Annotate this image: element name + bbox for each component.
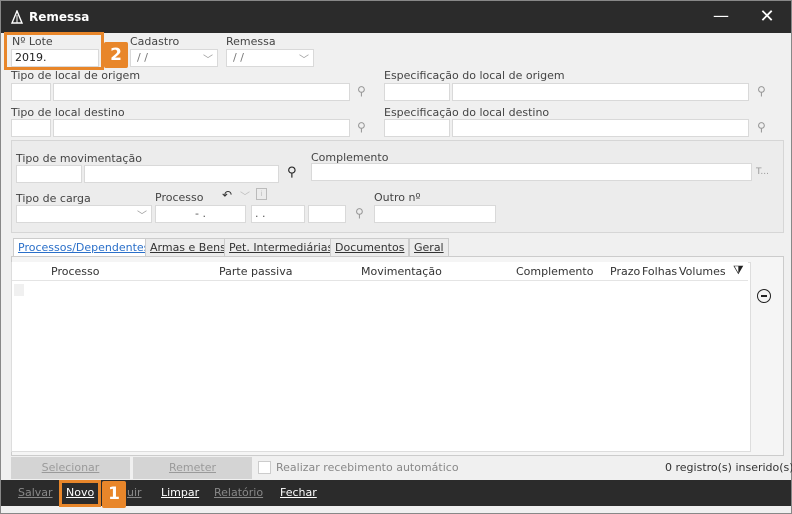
- callout-1: 1: [102, 481, 126, 508]
- relatorio-button[interactable]: Relatório: [214, 486, 263, 499]
- outro-label: Outro nº: [374, 191, 421, 204]
- search-icon[interactable]: ⚲: [757, 120, 766, 134]
- tab-pet-intermediarias[interactable]: Pet. Intermediárias: [224, 238, 339, 256]
- minimize-button[interactable]: —: [707, 3, 735, 31]
- chevron-down-icon: ﹀: [137, 211, 147, 222]
- auto-receive-label: Realizar recebimento automático: [276, 461, 459, 474]
- tipo-origem-code[interactable]: [11, 83, 51, 101]
- remessa-date[interactable]: / / ﹀: [226, 49, 314, 67]
- col-complemento[interactable]: Complemento: [516, 265, 593, 278]
- espec-origem-code[interactable]: [384, 83, 450, 101]
- fechar-button[interactable]: Fechar: [280, 486, 317, 499]
- processos-grid[interactable]: [11, 262, 751, 452]
- espec-origem-desc[interactable]: [452, 83, 749, 101]
- search-icon[interactable]: ⚲: [355, 206, 364, 220]
- tipo-origem-desc[interactable]: [53, 83, 350, 101]
- tipo-mov-desc[interactable]: [84, 165, 279, 183]
- title-bar: Remessa — ✕: [1, 1, 791, 33]
- novo-highlight: [59, 480, 101, 507]
- remeter-button[interactable]: Remeter: [133, 457, 252, 479]
- remove-icon[interactable]: [757, 289, 771, 303]
- espec-destino-code[interactable]: [384, 119, 450, 137]
- cadastro-date[interactable]: / / ﹀: [130, 49, 218, 67]
- col-processo[interactable]: Processo: [51, 265, 99, 278]
- tipo-destino-label: Tipo de local destino: [11, 106, 125, 119]
- excluir-button[interactable]: uir: [127, 486, 142, 499]
- salvar-button[interactable]: Salvar: [18, 486, 53, 499]
- processo-label: Processo: [155, 191, 204, 204]
- info-icon[interactable]: i: [256, 188, 267, 200]
- tab-documentos[interactable]: Documentos: [330, 238, 410, 256]
- col-folhas[interactable]: Folhas: [642, 265, 677, 278]
- callout-2: 2: [104, 42, 128, 68]
- window-title: Remessa: [29, 10, 90, 24]
- remessa-value: / /: [233, 51, 244, 64]
- search-icon[interactable]: ⚲: [357, 84, 366, 98]
- espec-destino-label: Especificação do local destino: [384, 106, 550, 119]
- outro-input[interactable]: [374, 205, 496, 223]
- chevron-down-icon: ﹀: [299, 55, 309, 66]
- undo-icon[interactable]: ↶: [222, 188, 232, 202]
- tipo-destino-desc[interactable]: [53, 119, 350, 137]
- col-parte-passiva[interactable]: Parte passiva: [219, 265, 292, 278]
- close-button[interactable]: ✕: [753, 3, 781, 31]
- tipo-mov-label: Tipo de movimentação: [16, 152, 142, 165]
- auto-receive-checkbox[interactable]: [258, 461, 271, 474]
- col-movimentacao[interactable]: Movimentação: [361, 265, 442, 278]
- cadastro-label: Cadastro: [130, 35, 180, 48]
- complemento-input[interactable]: [311, 163, 752, 181]
- search-icon[interactable]: ⚲: [287, 165, 297, 180]
- remessa-label: Remessa: [226, 35, 276, 48]
- tipo-destino-code[interactable]: [11, 119, 51, 137]
- tipo-origem-label: Tipo de local de origem: [11, 69, 141, 82]
- tab-armas-bens[interactable]: Armas e Bens: [145, 238, 231, 256]
- processo-number-3[interactable]: [308, 205, 346, 223]
- tab-geral[interactable]: Geral: [409, 238, 449, 256]
- tipo-carga-select[interactable]: ﹀: [16, 205, 152, 223]
- cadastro-value: / /: [137, 51, 148, 64]
- lote-highlight: [4, 32, 104, 70]
- complemento-ellipsis[interactable]: T...: [756, 167, 769, 177]
- filter-icon[interactable]: ⧩: [733, 263, 744, 278]
- espec-origem-label: Especificação do local de origem: [384, 69, 565, 82]
- limpar-button[interactable]: Limpar: [161, 486, 199, 499]
- processo-number-1[interactable]: - .: [155, 205, 246, 223]
- col-prazo[interactable]: Prazo: [610, 265, 640, 278]
- processo-number-2[interactable]: . .: [251, 205, 305, 223]
- tab-processos[interactable]: Processos/Dependentes: [13, 238, 155, 256]
- tipo-mov-code[interactable]: [16, 165, 82, 183]
- app-logo-icon: [10, 10, 24, 24]
- chevron-down-icon[interactable]: ﹀: [240, 188, 250, 203]
- records-count: 0 registro(s) inserido(s): [665, 461, 792, 474]
- search-icon[interactable]: ⚲: [757, 84, 766, 98]
- row-selector[interactable]: [14, 284, 24, 296]
- tipo-carga-label: Tipo de carga: [16, 192, 91, 205]
- espec-destino-desc[interactable]: [452, 119, 749, 137]
- chevron-down-icon: ﹀: [203, 55, 213, 66]
- col-volumes[interactable]: Volumes: [679, 265, 726, 278]
- selecionar-button[interactable]: Selecionar: [11, 457, 130, 479]
- search-icon[interactable]: ⚲: [357, 120, 366, 134]
